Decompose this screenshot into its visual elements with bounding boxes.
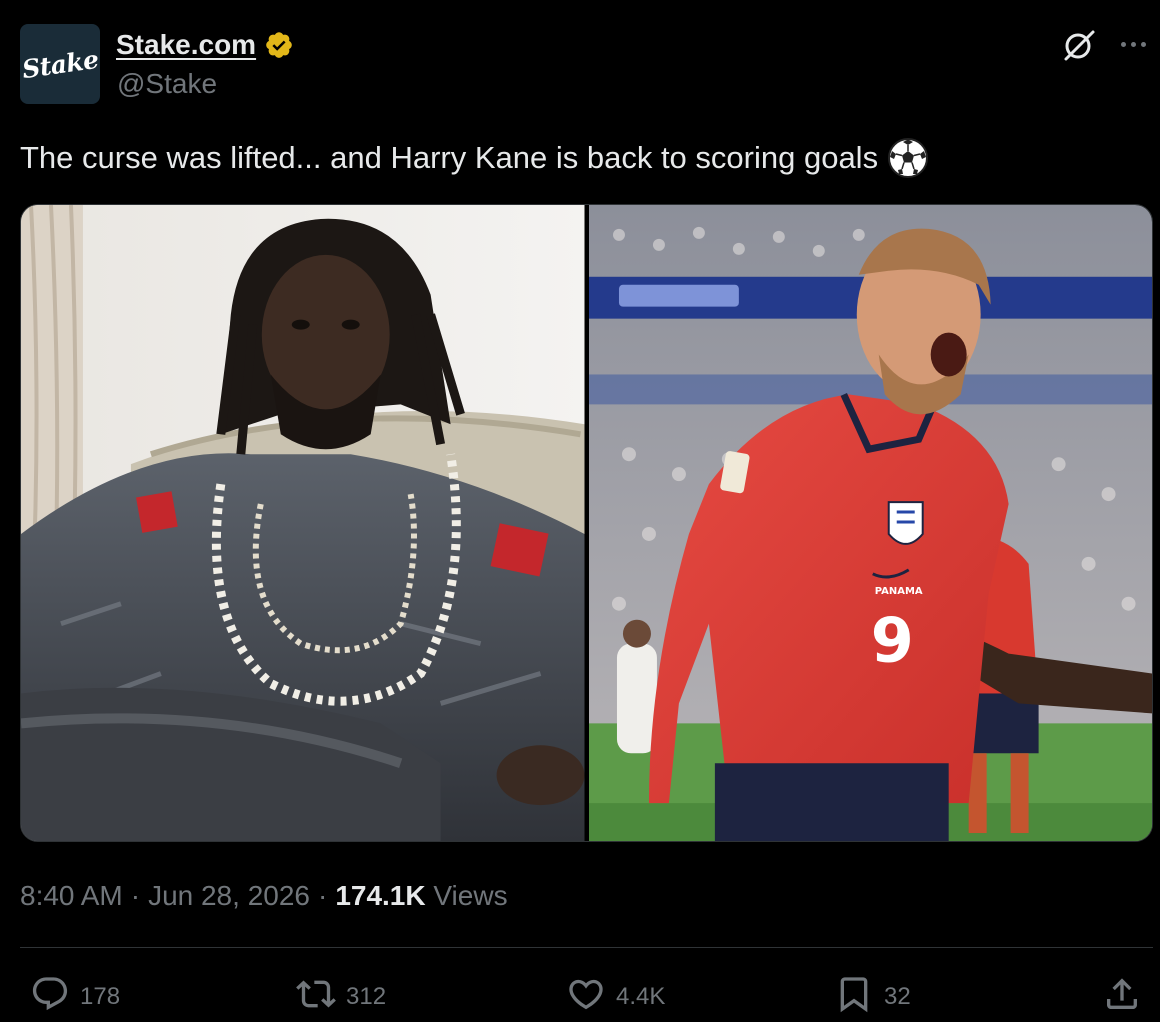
bookmark-icon <box>834 974 874 1021</box>
reply-icon <box>30 974 70 1021</box>
avatar[interactable]: Stake <box>20 24 100 104</box>
like-button[interactable]: 4.4K <box>566 975 665 1019</box>
views-label: Views <box>433 880 508 911</box>
tweet-date[interactable]: Jun 28, 2026 <box>148 880 310 912</box>
photo-man-with-dreadlocks <box>21 205 585 841</box>
avatar-logo-text: Stake <box>20 44 100 84</box>
repost-icon <box>296 974 336 1021</box>
tweet-text: The curse was lifted... and Harry Kane i… <box>20 140 879 175</box>
divider <box>20 947 1153 948</box>
tweet-text-row: The curse was lifted... and Harry Kane i… <box>20 136 1140 180</box>
soccer-ball-icon <box>886 136 930 180</box>
repost-button[interactable]: 312 <box>296 975 386 1019</box>
tweet-time[interactable]: 8:40 AM <box>20 880 123 912</box>
photo-footballer-celebrating: 9 PANAMA <box>588 205 1152 841</box>
share-button[interactable] <box>1102 975 1142 1019</box>
verified-badge-icon[interactable] <box>264 30 294 60</box>
jersey-number: 9 <box>870 605 913 677</box>
bookmark-count: 32 <box>884 983 911 1010</box>
bookmark-button[interactable]: 32 <box>834 975 911 1019</box>
media-image-right[interactable]: 9 PANAMA <box>588 205 1152 841</box>
tweet-meta: 8:40 AM · Jun 28, 2026 · 174.1K Views <box>20 876 508 916</box>
media-image-left[interactable] <box>21 205 585 841</box>
like-count: 4.4K <box>616 983 666 1010</box>
tweet: Stake Stake.com @Stake The curse was lif… <box>0 0 1160 1022</box>
reply-count: 178 <box>80 983 121 1010</box>
repost-count: 312 <box>346 983 387 1010</box>
reply-button[interactable]: 178 <box>30 975 120 1019</box>
jersey-text: PANAMA <box>874 586 922 597</box>
display-name[interactable]: Stake.com <box>116 29 256 61</box>
media-grid: 9 PANAMA <box>20 204 1153 842</box>
more-options-icon[interactable] <box>1116 34 1150 54</box>
name-row: Stake.com <box>116 28 294 62</box>
views-count: 174.1K <box>335 880 426 911</box>
grok-icon[interactable] <box>1060 26 1098 64</box>
share-icon <box>1102 974 1142 1021</box>
handle[interactable]: @Stake <box>117 68 217 100</box>
meta-separator: · <box>130 880 141 911</box>
heart-icon <box>566 974 606 1021</box>
meta-separator: · <box>317 880 328 911</box>
